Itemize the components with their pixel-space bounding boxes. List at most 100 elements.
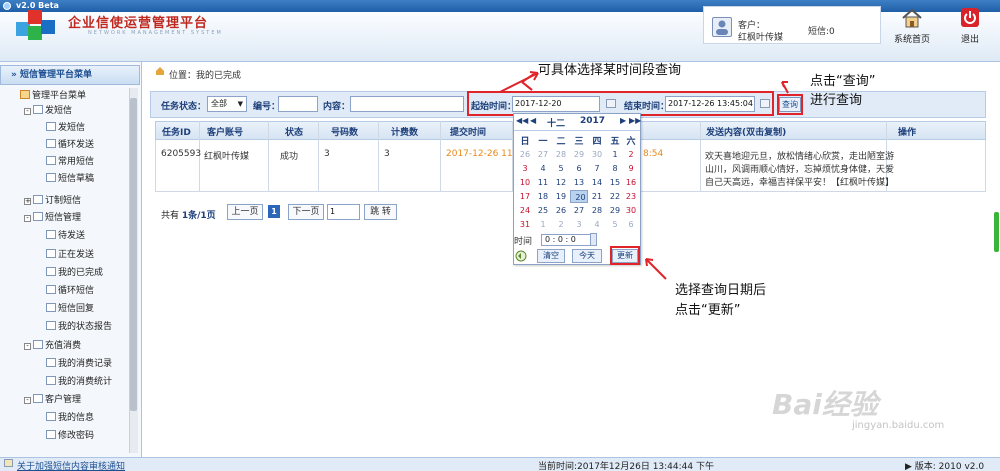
calendar-day[interactable]: 29	[570, 148, 588, 161]
sidebar-item-send-sms-group[interactable]: - 发短信	[24, 104, 72, 118]
calendar-day[interactable]: 4	[588, 218, 606, 231]
calendar-day[interactable]: 18	[534, 190, 552, 203]
start-calendar-icon[interactable]	[606, 99, 616, 108]
calendar-day[interactable]: 3	[570, 218, 588, 231]
sidebar-scroll-thumb[interactable]	[130, 98, 137, 411]
calendar-day[interactable]: 13	[570, 176, 588, 189]
next-month-button[interactable]: ▶	[620, 116, 626, 125]
prev-year-button[interactable]: ◀◀	[516, 116, 528, 125]
doc-icon	[46, 267, 56, 276]
page-scroll-indicator[interactable]	[994, 212, 999, 252]
notice-link[interactable]: 关于加强短信内容审核通知	[17, 459, 125, 471]
calendar-day[interactable]: 24	[516, 204, 534, 217]
calendar-day[interactable]: 16	[622, 176, 640, 189]
id-input[interactable]	[278, 96, 318, 112]
cell-content-line2[interactable]: 山川，风调雨顺心情好，忘掉烦忧身体健，天爱	[705, 162, 894, 175]
calendar-day[interactable]: 9	[622, 162, 640, 175]
table-col-divider	[318, 121, 319, 192]
sidebar-item-my-info[interactable]: 我的信息	[46, 411, 94, 425]
sidebar-item-customer-management[interactable]: - 客户管理	[24, 393, 81, 407]
sidebar-item-custom-sms[interactable]: + 订制短信	[24, 194, 81, 208]
power-icon	[961, 8, 979, 27]
watermark-logo: Bai经验	[772, 388, 878, 421]
end-calendar-icon[interactable]	[760, 99, 770, 108]
calendar-day[interactable]: 10	[516, 176, 534, 189]
calendar-day[interactable]: 19	[552, 190, 570, 203]
calendar-day[interactable]: 5	[552, 162, 570, 175]
time-spinner[interactable]	[590, 233, 597, 246]
next-year-button[interactable]: ▶▶	[629, 116, 641, 125]
calendar-day[interactable]: 1	[534, 218, 552, 231]
end-time-label: 结束时间：	[624, 102, 670, 112]
update-button[interactable]: 更新	[612, 249, 638, 263]
calendar-day[interactable]: 28	[588, 204, 606, 217]
calendar-day[interactable]: 27	[534, 148, 552, 161]
calendar-day[interactable]: 11	[534, 176, 552, 189]
calendar-weekday: 日	[520, 137, 530, 147]
th-content: 发送内容(双击复制)	[706, 128, 787, 138]
calendar-day[interactable]: 30	[588, 148, 606, 161]
calendar-day[interactable]: 7	[588, 162, 606, 175]
table-col-divider	[440, 121, 441, 192]
app-icon	[3, 2, 11, 10]
calendar-year[interactable]: 2017	[580, 116, 605, 126]
collapse-icon: -	[24, 108, 31, 115]
content-input[interactable]	[350, 96, 464, 112]
list-icon	[33, 212, 43, 221]
sidebar-item-loop-sms[interactable]: 循环短信	[46, 284, 94, 298]
home-button[interactable]: 系统首页	[886, 8, 938, 48]
calendar-day[interactable]: 4	[534, 162, 552, 175]
calendar-day[interactable]: 6	[570, 162, 588, 175]
envelope-icon	[33, 105, 43, 114]
cell-content-line3[interactable]: 自己天高远，幸福吉祥保平安！【红枫叶传媒】	[705, 175, 894, 188]
sidebar-item-change-password[interactable]: 修改密码	[46, 429, 94, 443]
calendar-day[interactable]: 26	[552, 204, 570, 217]
sidebar-item-root[interactable]: 管理平台菜单	[20, 89, 86, 103]
calendar-day[interactable]: 20	[570, 190, 588, 203]
calendar-day[interactable]: 31	[516, 218, 534, 231]
sidebar-item-recharge[interactable]: - 充值消费	[24, 339, 81, 353]
sidebar-item-loop-send[interactable]: 循环发送	[46, 138, 94, 152]
cell-content-line1[interactable]: 欢天喜地迎元旦，放松情绪心欣赏，走出陋室游	[705, 149, 894, 162]
sidebar-item-sending[interactable]: 正在发送	[46, 248, 94, 262]
calendar-day[interactable]: 26	[516, 148, 534, 161]
calendar-day[interactable]: 12	[552, 176, 570, 189]
calendar-day[interactable]: 2	[622, 148, 640, 161]
calendar-day[interactable]: 27	[570, 204, 588, 217]
sidebar-item-send-sms[interactable]: 发短信	[46, 121, 85, 135]
calendar-day[interactable]: 14	[588, 176, 606, 189]
next-page-button[interactable]: 下一页	[288, 204, 324, 220]
calendar-day[interactable]: 28	[552, 148, 570, 161]
sidebar-item-consumption-stats[interactable]: 我的消费统计	[46, 375, 112, 389]
sidebar-item-common-sms[interactable]: 常用短信	[46, 155, 94, 169]
jump-button[interactable]: 跳 转	[364, 204, 397, 220]
sidebar-item-completed[interactable]: 我的已完成	[46, 266, 103, 280]
calendar-day[interactable]: 30	[622, 204, 640, 217]
calendar-day[interactable]: 6	[622, 218, 640, 231]
status-label: 任务状态：	[161, 102, 207, 112]
start-time-label: 起始时间：	[471, 102, 517, 112]
prev-month-button[interactable]: ◀	[530, 116, 536, 125]
status-select[interactable]: 全部 ▼	[207, 96, 247, 112]
calendar-day[interactable]: 2	[552, 218, 570, 231]
page-input[interactable]: 1	[327, 204, 360, 220]
calendar-day[interactable]: 21	[588, 190, 606, 203]
calendar-day[interactable]: 3	[516, 162, 534, 175]
prev-page-button[interactable]: 上一页	[227, 204, 263, 220]
clear-button[interactable]: 清空	[537, 249, 565, 263]
sidebar-item-status-report[interactable]: 我的状态报告	[46, 320, 112, 334]
today-button[interactable]: 今天	[572, 249, 602, 263]
sidebar-item-consumption-records[interactable]: 我的消费记录	[46, 357, 112, 371]
time-input[interactable]: 0 : 0 : 0	[541, 234, 591, 246]
sidebar-item-sms-drafts[interactable]: 短信草稿	[46, 172, 94, 186]
sidebar-item-sms-reply[interactable]: 短信回复	[46, 302, 94, 316]
calendar-day[interactable]: 25	[534, 204, 552, 217]
calendar-day[interactable]: 23	[622, 190, 640, 203]
page-current[interactable]: 1	[268, 205, 280, 218]
annotation-right-line1: 点击“查询”	[810, 74, 876, 89]
calendar-day[interactable]: 17	[516, 190, 534, 203]
calendar-month[interactable]: 十二	[547, 116, 565, 129]
sidebar-item-sms-management[interactable]: - 短信管理	[24, 211, 81, 225]
logout-button[interactable]: 退出	[944, 8, 996, 48]
sidebar-item-pending[interactable]: 待发送	[46, 229, 85, 243]
